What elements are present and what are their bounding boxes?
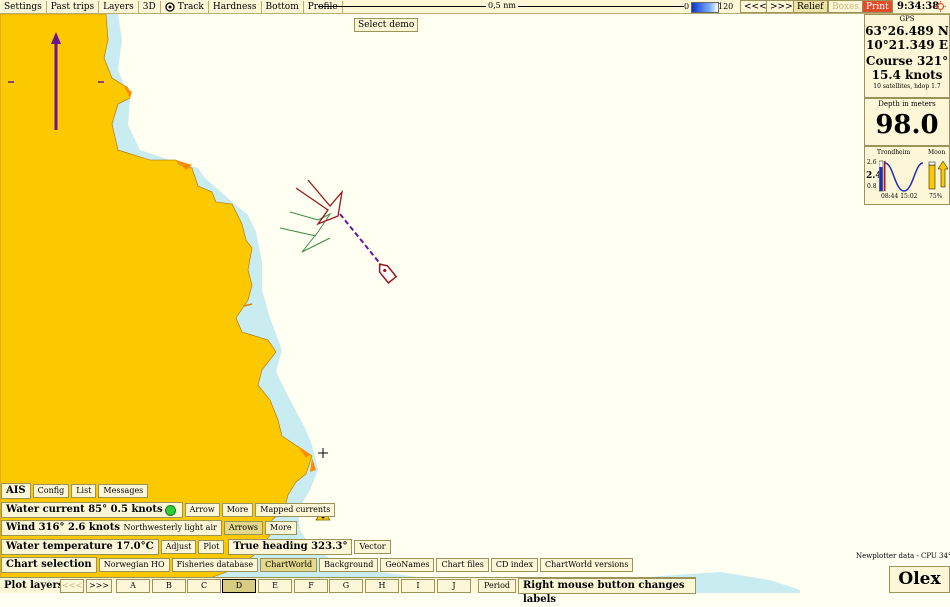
wind-arrows-button[interactable]: Arrows: [223, 521, 264, 535]
water-temp-label[interactable]: Water temperature 17.0°C: [1, 539, 159, 555]
ais-row: AIS Config List Messages: [1, 483, 149, 499]
layers-prev-button[interactable]: <<<: [60, 579, 84, 593]
chart-files-button[interactable]: Chart files: [436, 558, 489, 572]
olex-logo[interactable]: Olex: [889, 566, 950, 593]
layer-b-button[interactable]: B: [152, 579, 186, 593]
gps-latitude: 63°26.489 N: [865, 24, 949, 38]
wind-row: Wind 316° 2.6 knots Northwesterly light …: [1, 520, 297, 536]
chart-selection-row: Chart selection Norwegian HO Fisheries d…: [1, 557, 634, 573]
crosshair-icon: [318, 448, 328, 458]
wind-more-button[interactable]: More: [265, 521, 297, 535]
current-arrow-icon: [295, 179, 344, 226]
depth-value: 98.0: [875, 110, 939, 140]
select-demo-button[interactable]: Select demo: [354, 18, 419, 32]
clock: 9:34:38: [897, 1, 940, 12]
tide-times: 08:44 15:02: [881, 193, 918, 200]
layers-next-button[interactable]: >>>: [86, 579, 112, 593]
layer-i-button[interactable]: I: [401, 579, 435, 593]
sun-icon[interactable]: [935, 1, 946, 12]
wind-text: Wind 316° 2.6 knots: [6, 522, 120, 533]
chart-background-button[interactable]: Background: [319, 558, 379, 572]
plot-layers-label: Plot layers: [4, 580, 64, 591]
chart-fisheries-button[interactable]: Fisheries database: [171, 558, 259, 572]
ais-config-button[interactable]: Config: [32, 484, 70, 498]
layer-j-button[interactable]: J: [437, 579, 471, 593]
tide-curve: [879, 160, 924, 192]
tide-place: Trondheim: [877, 149, 911, 156]
menu-track-label: Track: [177, 1, 204, 12]
chart-chartworld-button[interactable]: ChartWorld: [260, 558, 318, 572]
depth-scale-min: 0: [684, 2, 690, 11]
layer-d-button[interactable]: D: [222, 579, 256, 593]
menu-past-trips[interactable]: Past trips: [47, 0, 100, 13]
ais-label[interactable]: AIS: [1, 483, 31, 499]
chart-norwegian-ho-button[interactable]: Norwegian HO: [98, 558, 170, 572]
ais-list-button[interactable]: List: [71, 484, 97, 498]
tide-bottom: 0.8: [867, 183, 877, 190]
layer-e-button[interactable]: E: [258, 579, 292, 593]
gps-satellites: 10 satellites, hdop 1.7: [873, 83, 941, 90]
plot-layers-bar: Plot layers <<< >>> A B C D E F G H I J …: [0, 577, 696, 605]
moon-percent: 75%: [929, 193, 943, 200]
gps-title: GPS: [899, 15, 915, 23]
scale-bar: 0,5 nm: [318, 0, 690, 13]
menu-layers[interactable]: Layers: [99, 0, 139, 13]
relief-button[interactable]: Relief: [793, 0, 828, 13]
heading-vector: [339, 213, 383, 267]
menu-hardness[interactable]: Hardness: [209, 0, 262, 13]
chart-selection-label[interactable]: Chart selection: [1, 557, 97, 573]
depth-panel[interactable]: Depth in meters 98.0: [864, 98, 950, 146]
temp-plot-button[interactable]: Plot: [198, 540, 225, 554]
layer-h-button[interactable]: H: [365, 579, 399, 593]
chart-cd-index-button[interactable]: CD index: [490, 558, 538, 572]
wind-note: Northwesterly light air: [123, 523, 217, 532]
chart-geonames-button[interactable]: GeoNames: [380, 558, 435, 572]
true-heading-label[interactable]: True heading 323.3°: [228, 539, 353, 555]
current-more-button[interactable]: More: [221, 503, 254, 517]
status-dot-icon: [164, 504, 176, 516]
temp-adjust-button[interactable]: Adjust: [160, 540, 197, 554]
moon-label: Moon: [928, 149, 946, 156]
gps-course: Course 321°: [865, 54, 949, 68]
menu-3d[interactable]: 3D: [139, 0, 161, 13]
water-temp-row: Water temperature 17.0°C Adjust Plot Tru…: [1, 539, 391, 555]
tide-top: 2.6: [867, 159, 877, 166]
moon-phase-icon: [928, 160, 948, 190]
heading-vector-button[interactable]: Vector: [354, 540, 391, 554]
layer-c-button[interactable]: C: [187, 579, 221, 593]
current-arrow-button[interactable]: Arrow: [184, 503, 220, 517]
track-icon: [165, 1, 175, 12]
water-current-label[interactable]: Water current 85° 0.5 knots: [1, 502, 183, 518]
ais-messages-button[interactable]: Messages: [98, 484, 149, 498]
scale-label: 0,5 nm: [486, 0, 519, 12]
gps-longitude: 10°21.349 E: [866, 38, 948, 52]
depth-title: Depth in meters: [878, 100, 936, 108]
vessel-icon: [378, 263, 398, 284]
layer-g-button[interactable]: G: [329, 579, 363, 593]
menu-track[interactable]: Track: [161, 0, 209, 13]
menu-bottom[interactable]: Bottom: [262, 0, 304, 13]
water-current-row: Water current 85° 0.5 knots Arrow More M…: [1, 502, 336, 518]
plot-layers-hint: Right mouse button changes labels: [518, 578, 696, 605]
gps-panel[interactable]: GPS 63°26.489 N 10°21.349 E Course 321° …: [864, 14, 950, 98]
boxes-button[interactable]: Boxes: [828, 0, 864, 13]
menu-settings[interactable]: Settings: [0, 0, 47, 13]
depth-scale-max: 120: [718, 2, 734, 11]
depth-color-scale[interactable]: [691, 2, 719, 13]
layer-a-button[interactable]: A: [116, 579, 150, 593]
gps-speed: 15.4 knots: [871, 68, 943, 82]
chart-versions-button[interactable]: ChartWorld versions: [540, 558, 634, 572]
mapped-currents-button[interactable]: Mapped currents: [255, 503, 336, 517]
cpu-status: Newplotter data - CPU 34°C: [856, 552, 950, 560]
wind-label[interactable]: Wind 316° 2.6 knots Northwesterly light …: [1, 520, 222, 536]
layer-f-button[interactable]: F: [294, 579, 328, 593]
print-button[interactable]: Print: [862, 0, 893, 13]
period-button[interactable]: Period: [478, 579, 516, 593]
water-current-text: Water current 85° 0.5 knots: [6, 504, 163, 515]
tide-panel[interactable]: Trondheim Moon 2.6 2.4 0.8 08:44 15:02 7…: [864, 146, 950, 205]
